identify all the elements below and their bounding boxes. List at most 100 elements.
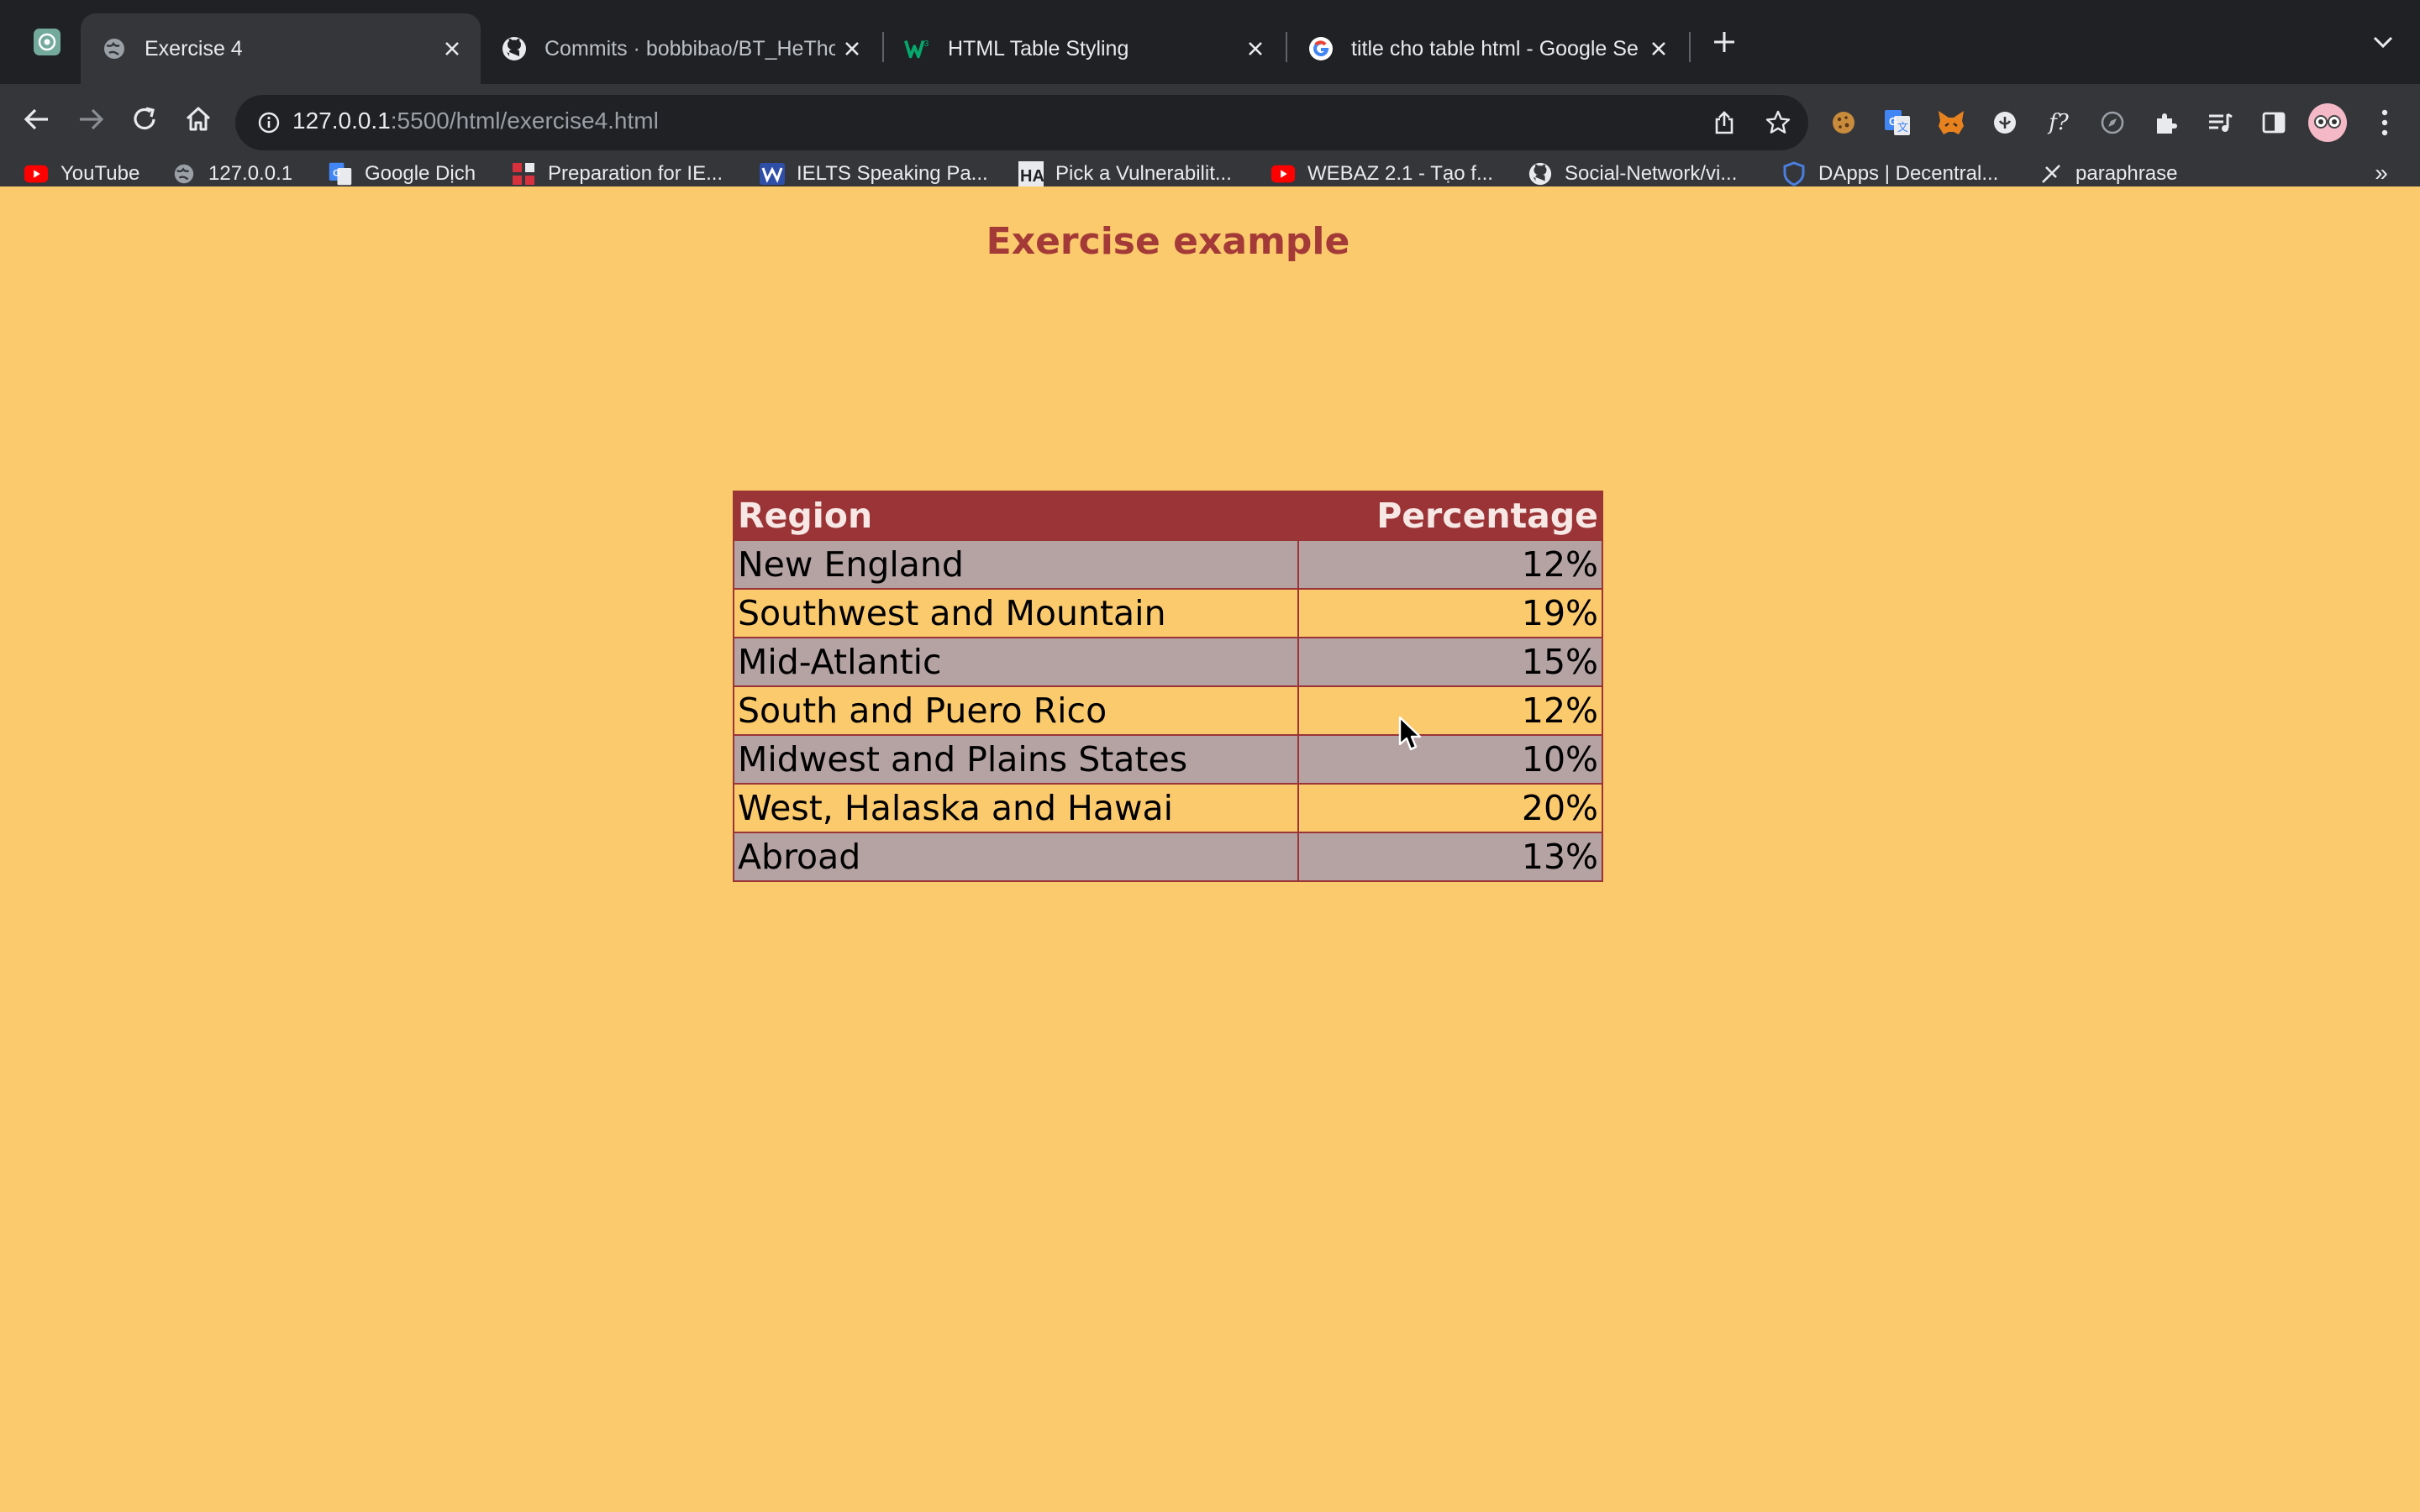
ielts-icon xyxy=(760,161,785,186)
quill-icon xyxy=(2039,161,2064,186)
side-panel-icon[interactable] xyxy=(2254,102,2294,143)
close-tab-icon[interactable] xyxy=(835,32,869,66)
region-cell: West, Halaska and Hawai xyxy=(733,783,1299,833)
tab-title: HTML Table Styling xyxy=(948,36,1129,60)
home-button[interactable] xyxy=(180,101,217,138)
github-icon xyxy=(1528,161,1553,186)
compass-extension-icon[interactable] xyxy=(2092,102,2133,143)
region-cell: Abroad xyxy=(733,832,1299,882)
browser-menu-button[interactable] xyxy=(2365,102,2405,143)
tab-search-button[interactable] xyxy=(2366,25,2400,59)
share-button[interactable] xyxy=(1706,104,1743,141)
circle-extension-icon[interactable] xyxy=(1985,102,2025,143)
extensions-puzzle-icon[interactable] xyxy=(2146,102,2186,143)
table-row: Mid-Atlantic 15% xyxy=(733,637,1603,687)
tab-title: Exercise 4 xyxy=(145,36,243,60)
site-info-icon[interactable] xyxy=(250,104,287,141)
google-translate-extension-icon[interactable]: G文 xyxy=(1877,102,1918,143)
bookmark-label: WEBAZ 2.1 - Tạo f... xyxy=(1307,162,1493,185)
bookmark-label: Social-Network/vi... xyxy=(1565,162,1738,185)
tab-exercise-4[interactable]: Exercise 4 xyxy=(81,13,481,84)
formula-extension-icon[interactable]: f? xyxy=(2039,102,2079,143)
profile-avatar[interactable] xyxy=(2307,102,2348,143)
google-translate-icon: G xyxy=(328,161,353,186)
tab-strip: Exercise 4 Commits · bobbibao/BT_HeTho 3… xyxy=(0,0,2420,84)
url-host: 127.0.0.1 xyxy=(292,108,391,134)
plus-icon xyxy=(1714,32,1734,52)
bookmark-label: 127.0.0.1 xyxy=(208,162,293,185)
chevron-down-icon xyxy=(2373,36,2393,49)
table-row: Southwest and Mountain 19% xyxy=(733,588,1603,638)
percentage-cell: 12% xyxy=(1297,685,1603,736)
youtube-icon xyxy=(24,161,49,186)
url-path: :5500/html/exercise4.html xyxy=(390,108,659,134)
w3schools-icon: 3 xyxy=(904,35,931,62)
table-row: West, Halaska and Hawai 20% xyxy=(733,783,1603,833)
metamask-fox-icon[interactable] xyxy=(1931,102,1971,143)
tab-google-search[interactable]: title cho table html - Google Se xyxy=(1287,13,1687,84)
close-tab-icon[interactable] xyxy=(1642,32,1676,66)
svg-text:G: G xyxy=(1889,115,1897,128)
browser-toolbar: 127.0.0.1:5500/html/exercise4.html G文 f?… xyxy=(0,84,2420,202)
table-row: South and Puero Rico 12% xyxy=(733,685,1603,736)
close-tab-icon[interactable] xyxy=(1239,32,1272,66)
tab-title: Commits · bobbibao/BT_HeTho xyxy=(544,36,835,60)
bookmark-label: Google Dịch xyxy=(365,162,476,185)
region-cell: South and Puero Rico xyxy=(733,685,1299,736)
tab-html-table-styling[interactable]: 3 HTML Table Styling xyxy=(884,13,1284,84)
more-vert-icon xyxy=(2381,109,2388,136)
percentage-cell: 19% xyxy=(1297,588,1603,638)
table-row: New England 12% xyxy=(733,539,1603,590)
media-queue-icon[interactable] xyxy=(2200,102,2240,143)
formula-icon-label: f? xyxy=(2049,110,2069,135)
new-tab-button[interactable] xyxy=(1707,25,1741,59)
cookie-extension-icon[interactable] xyxy=(1823,102,1864,143)
page-title-text: Exercise example xyxy=(986,220,1350,263)
home-icon xyxy=(186,107,211,131)
back-button[interactable] xyxy=(18,101,55,138)
percentage-cell: 10% xyxy=(1297,734,1603,785)
bookmark-label: paraphrase xyxy=(2075,162,2178,185)
reload-button[interactable] xyxy=(126,101,163,138)
bookmark-label: Pick a Vulnerabilit... xyxy=(1055,162,1232,185)
tab-commits[interactable]: Commits · bobbibao/BT_HeTho xyxy=(481,13,881,84)
percentage-cell: 15% xyxy=(1297,637,1603,687)
bookmark-label: YouTube xyxy=(60,162,140,185)
table-body: New England 12% Southwest and Mountain 19% M… xyxy=(733,539,1603,882)
mouse-cursor-icon xyxy=(1398,716,1422,751)
github-icon xyxy=(501,35,528,62)
arrow-right-icon xyxy=(80,108,104,130)
tab-title: title cho table html - Google Se xyxy=(1351,36,1639,60)
region-cell: New England xyxy=(733,539,1299,590)
forward-button[interactable] xyxy=(72,101,109,138)
bookmark-label: DApps | Decentral... xyxy=(1818,162,1999,185)
column-header-region: Region xyxy=(733,491,1299,541)
arrow-left-icon xyxy=(24,108,48,130)
svg-text:3: 3 xyxy=(924,39,929,49)
percentage-cell: 12% xyxy=(1297,539,1603,590)
region-cell: Midwest and Plains States xyxy=(733,734,1299,785)
bookmark-label: IELTS Speaking Pa... xyxy=(797,162,988,185)
region-cell: Southwest and Mountain xyxy=(733,588,1299,638)
table-row: Midwest and Plains States 10% xyxy=(733,734,1603,785)
shield-icon xyxy=(1781,161,1807,186)
ha-icon: HA xyxy=(1018,161,1044,186)
region-percentage-table: Region Percentage New England 12% Southwes… xyxy=(733,491,1603,882)
grid-icon xyxy=(511,161,536,186)
region-cell: Mid-Atlantic xyxy=(733,637,1299,687)
table-header-row: Region Percentage xyxy=(733,491,1603,541)
share-icon xyxy=(1715,111,1733,134)
column-header-percentage: Percentage xyxy=(1297,491,1603,541)
pinned-chatgpt-tab[interactable] xyxy=(30,25,64,59)
bookmark-star-button[interactable] xyxy=(1760,104,1797,141)
reload-icon xyxy=(134,107,155,130)
svg-text:G: G xyxy=(333,169,340,179)
percentage-cell: 13% xyxy=(1297,832,1603,882)
url-text[interactable]: 127.0.0.1:5500/html/exercise4.html xyxy=(292,108,659,134)
google-icon xyxy=(1307,35,1334,62)
globe-icon xyxy=(101,35,128,62)
percentage-cell: 20% xyxy=(1297,783,1603,833)
close-tab-icon[interactable] xyxy=(435,32,469,66)
youtube-icon xyxy=(1270,161,1296,186)
chatgpt-icon xyxy=(34,29,60,55)
